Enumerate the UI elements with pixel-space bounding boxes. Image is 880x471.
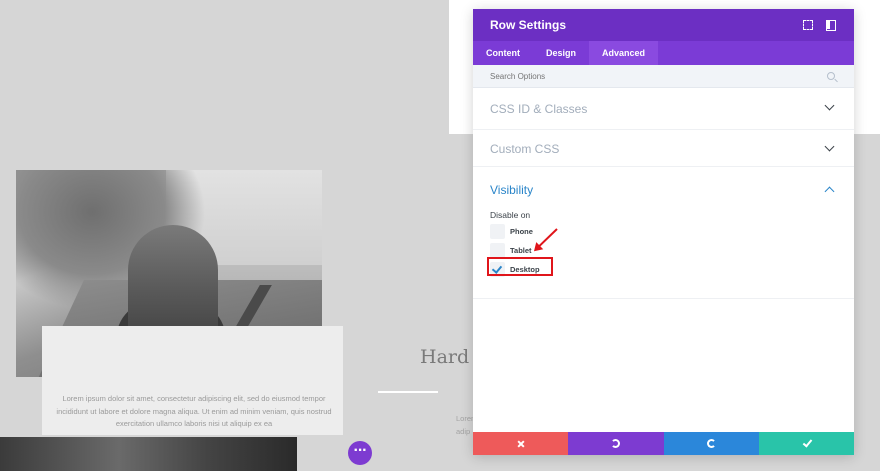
section-custom-css[interactable]: Custom CSS xyxy=(473,130,854,167)
tab-content[interactable]: Content xyxy=(473,41,533,65)
cancel-button[interactable] xyxy=(473,432,569,455)
split-view-icon[interactable] xyxy=(825,19,837,31)
modal-tabs: Content Design Advanced xyxy=(473,41,854,65)
search-bar xyxy=(473,65,854,88)
option-phone[interactable]: Phone xyxy=(490,223,533,239)
modal-title: Row Settings xyxy=(490,18,567,32)
undo-button[interactable] xyxy=(568,432,664,455)
section-title: Custom CSS xyxy=(490,142,560,156)
checkbox-label: Tablet xyxy=(510,245,532,255)
section-title: CSS ID & Classes xyxy=(490,102,588,116)
save-button[interactable] xyxy=(758,432,854,455)
search-input[interactable] xyxy=(490,65,810,88)
phone-checkbox[interactable] xyxy=(490,223,505,239)
fullscreen-icon[interactable] xyxy=(802,19,814,31)
section-title[interactable]: Visibility xyxy=(490,183,533,197)
tablet-checkbox[interactable] xyxy=(490,242,505,258)
modal-footer xyxy=(473,432,854,455)
checkbox-label: Phone xyxy=(510,226,533,236)
chevron-down-icon[interactable] xyxy=(824,100,835,111)
more-options-button[interactable]: ··· xyxy=(348,441,372,465)
annotation-highlight-box xyxy=(487,257,553,276)
chevron-up-icon[interactable] xyxy=(824,186,835,197)
tab-design[interactable]: Design xyxy=(533,41,589,65)
heading-divider xyxy=(378,391,438,393)
check-icon xyxy=(802,437,813,448)
annotation-arrow-icon xyxy=(534,228,558,251)
dark-image-strip xyxy=(0,437,297,471)
option-tablet[interactable]: Tablet xyxy=(490,242,532,258)
section-visibility: Visibility Disable on Phone Tablet Deskt… xyxy=(473,167,854,299)
search-icon[interactable] xyxy=(827,72,835,80)
tab-advanced[interactable]: Advanced xyxy=(589,41,659,65)
dots-icon: ··· xyxy=(353,442,368,459)
section-css-id-classes[interactable]: CSS ID & Classes xyxy=(473,88,854,130)
modal-header: Row Settings xyxy=(473,9,854,41)
chevron-down-icon[interactable] xyxy=(824,141,835,152)
redo-icon xyxy=(706,439,716,448)
row-settings-modal: Row Settings Content Design Advanced CSS… xyxy=(473,9,854,455)
redo-button[interactable] xyxy=(663,432,759,455)
undo-icon xyxy=(611,439,621,448)
section-heading: Hard xyxy=(420,346,470,368)
card-body-text: Lorem ipsum dolor sit amet, consectetur … xyxy=(56,394,332,428)
disable-on-label: Disable on xyxy=(490,210,531,220)
